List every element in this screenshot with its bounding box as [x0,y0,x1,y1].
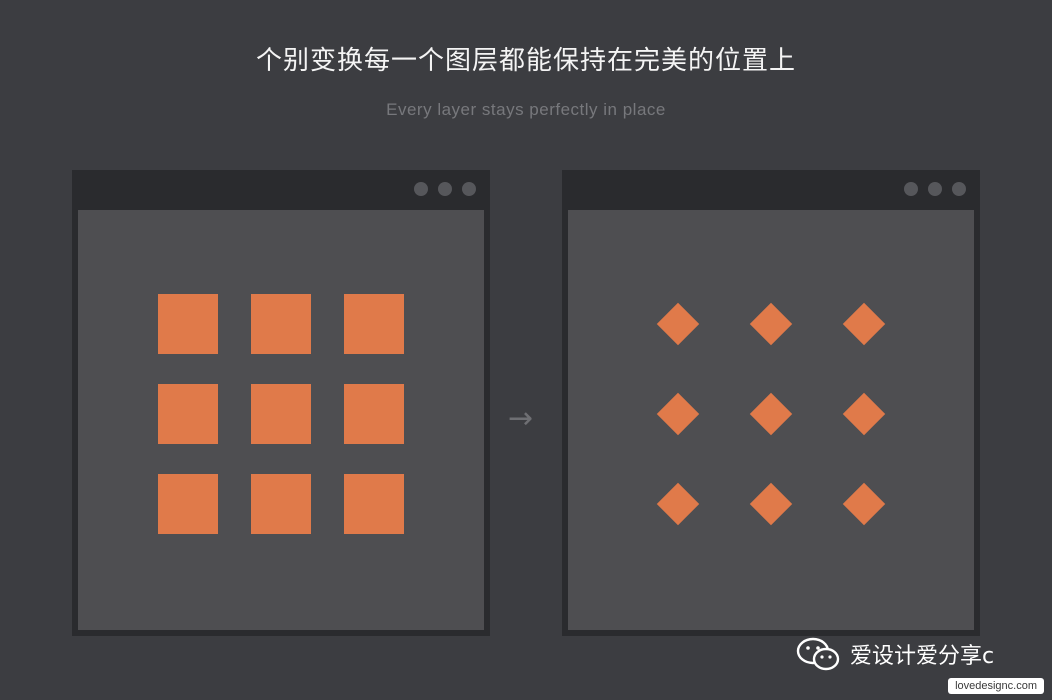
window-dot-icon[interactable] [414,182,428,196]
canvas-squares [78,210,484,630]
diamond-layer[interactable] [656,482,700,526]
window-titlebar [562,170,980,208]
square-layer[interactable] [158,474,218,534]
window-dot-icon[interactable] [904,182,918,196]
square-layer[interactable] [158,294,218,354]
square-layer[interactable] [251,294,311,354]
window-after [562,170,980,636]
canvas-diamonds [568,210,974,630]
window-titlebar [72,170,490,208]
diamond-layer[interactable] [749,482,793,526]
window-controls [414,182,476,196]
square-layer[interactable] [344,294,404,354]
right-arrow-icon: → [508,401,534,436]
window-before [72,170,490,636]
page-subtitle: Every layer stays perfectly in place [386,100,666,119]
window-dot-icon[interactable] [928,182,942,196]
page-title: 个别变换每一个图层都能保持在完美的位置上 [255,46,796,76]
diamond-layer[interactable] [749,392,793,436]
window-dot-icon[interactable] [462,182,476,196]
source-url[interactable]: lovedesignc.com [948,678,1044,694]
square-layer[interactable] [344,384,404,444]
diamond-layer[interactable] [656,302,700,346]
diamond-layer[interactable] [656,392,700,436]
square-layer[interactable] [251,474,311,534]
wechat-icon [796,637,840,671]
diamond-layer[interactable] [842,302,886,346]
window-dot-icon[interactable] [438,182,452,196]
window-dot-icon[interactable] [952,182,966,196]
square-layer[interactable] [344,474,404,534]
diamond-layer[interactable] [842,392,886,436]
window-controls [904,182,966,196]
diamond-layer[interactable] [842,482,886,526]
diamond-layer[interactable] [749,302,793,346]
watermark-text: 爱设计爱分享c [850,644,995,669]
square-layer[interactable] [158,384,218,444]
watermark: 爱设计爱分享c [796,636,994,672]
square-layer[interactable] [251,384,311,444]
